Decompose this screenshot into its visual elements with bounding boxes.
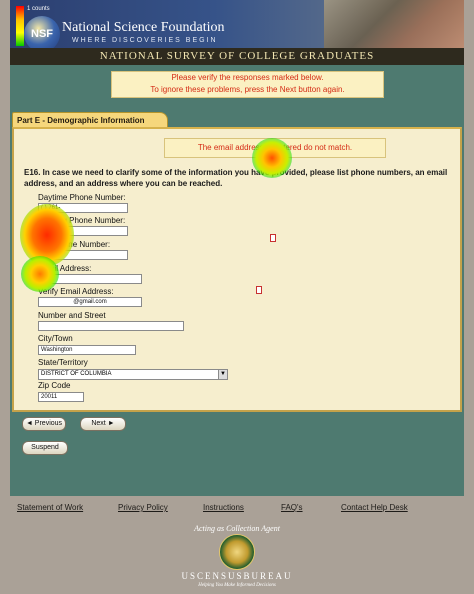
daytime-phone-label: Daytime Phone Number: xyxy=(38,193,126,202)
census-seal-icon xyxy=(219,534,255,570)
email-error-message: The email addresses entered do not match… xyxy=(164,138,386,158)
mouse-cursor-icon xyxy=(270,234,276,242)
footer-link-faqs[interactable]: FAQ's xyxy=(281,503,303,512)
cell-phone-input[interactable] xyxy=(38,250,128,260)
form-panel: The email addresses entered do not match… xyxy=(12,127,462,412)
section-tab: Part E - Demographic Information xyxy=(12,112,168,128)
street-input[interactable] xyxy=(38,321,184,331)
collection-agent-label: Acting as Collection Agent xyxy=(194,524,280,533)
city-label: City/Town xyxy=(38,334,73,343)
org-name: National Science Foundation xyxy=(62,20,225,35)
footer-links: Statement of Work Privacy Policy Instruc… xyxy=(0,503,474,515)
verify-email-input[interactable]: @gmail.com xyxy=(38,297,142,307)
verify-alert-line1: Please verify the responses marked below… xyxy=(171,73,324,82)
state-select[interactable]: DISTRICT OF COLUMBIA ▼ xyxy=(38,369,228,380)
question-text: E16. In case we need to clarify some of … xyxy=(24,168,448,188)
state-select-value: DISTRICT OF COLUMBIA xyxy=(41,371,112,377)
zip-label: Zip Code xyxy=(38,381,71,390)
evening-phone-input[interactable] xyxy=(38,226,128,236)
site-header: 1 counts NSF National Science Foundation… xyxy=(10,0,464,48)
survey-frame: 1 counts NSF National Science Foundation… xyxy=(10,0,464,496)
zip-input[interactable]: 20011 xyxy=(38,392,84,402)
org-tagline: WHERE DISCOVERIES BEGIN xyxy=(72,37,218,44)
footer-link-privacy-policy[interactable]: Privacy Policy xyxy=(118,503,168,512)
verify-alert: Please verify the responses marked below… xyxy=(111,71,384,98)
nsf-logo-icon: NSF xyxy=(24,16,60,48)
header-graduation-image xyxy=(324,0,464,48)
footer-link-statement-of-work[interactable]: Statement of Work xyxy=(17,503,83,512)
footer-link-instructions[interactable]: Instructions xyxy=(203,503,244,512)
email-label: Email Address: xyxy=(38,264,92,273)
verify-alert-line2: To ignore these problems, press the Next… xyxy=(150,85,345,94)
daytime-phone-input[interactable]: ( ) 761- xyxy=(38,203,128,213)
city-input[interactable]: Washington xyxy=(38,345,136,355)
survey-title: NATIONAL SURVEY OF COLLEGE GRADUATES xyxy=(10,48,464,65)
census-bureau-tagline: Helping You Make Informed Decisions xyxy=(198,583,276,588)
street-label: Number and Street xyxy=(38,311,106,320)
previous-button[interactable]: ◄ Previous xyxy=(22,417,66,431)
cell-phone-label: Cell Phone Number: xyxy=(38,240,111,249)
verify-email-label: Verify Email Address: xyxy=(38,287,114,296)
state-label: State/Territory xyxy=(38,358,88,367)
heatmap-legend-label: 1 counts xyxy=(27,6,50,12)
suspend-button[interactable]: Suspend xyxy=(22,441,68,455)
next-button[interactable]: Next ► xyxy=(80,417,126,431)
chevron-down-icon[interactable]: ▼ xyxy=(218,370,227,379)
email-input[interactable] xyxy=(38,274,142,284)
heatmap-legend xyxy=(16,6,24,46)
mouse-cursor-icon xyxy=(256,286,262,294)
footer-link-contact-help-desk[interactable]: Contact Help Desk xyxy=(341,503,408,512)
census-bureau-name: USCENSUSBUREAU xyxy=(181,571,293,581)
evening-phone-label: Evening Phone Number: xyxy=(38,216,126,225)
